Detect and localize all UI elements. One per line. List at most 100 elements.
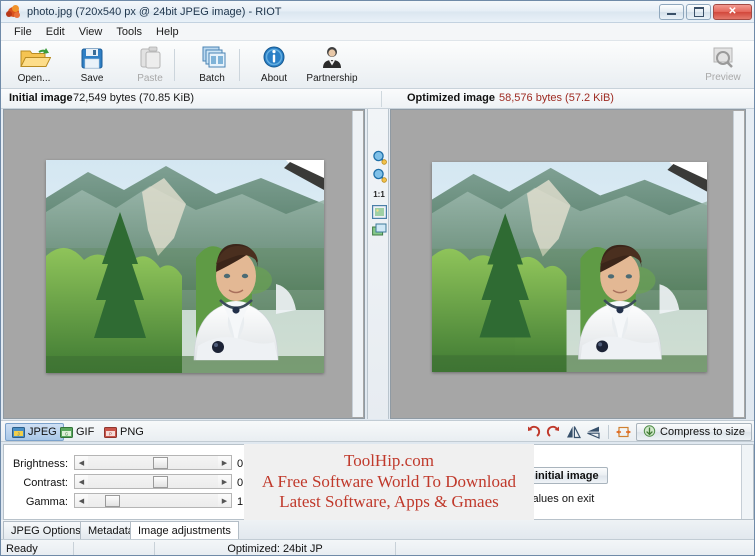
png-icon: P	[104, 426, 117, 438]
tab-image-adjustments[interactable]: Image adjustments	[130, 521, 239, 539]
contrast-thumb[interactable]	[153, 476, 168, 488]
zoom-actual-size[interactable]: 1:1	[371, 186, 387, 202]
menu-help[interactable]: Help	[149, 25, 186, 39]
initial-image-size: 72,549 bytes (70.85 KiB)	[73, 92, 195, 104]
optimized-pane-scrollbar[interactable]	[733, 111, 744, 417]
toolbar-separator-2	[239, 49, 240, 81]
rotate-left-icon[interactable]	[526, 425, 541, 440]
menu-tools[interactable]: Tools	[109, 25, 149, 39]
flip-vertical-icon[interactable]	[586, 425, 601, 440]
svg-text:G: G	[65, 431, 68, 436]
contrast-row: Contrast: ◀ ▶ 0	[4, 474, 502, 492]
flip-horizontal-icon[interactable]	[566, 425, 581, 440]
gamma-slider[interactable]: ◀ ▶	[74, 493, 232, 508]
gamma-track[interactable]	[88, 494, 218, 507]
brightness-thumb[interactable]	[153, 457, 168, 469]
contrast-decrease-arrow[interactable]: ◀	[75, 475, 88, 488]
brightness-slider[interactable]: ◀ ▶	[74, 455, 232, 470]
open-external-viewer-icon[interactable]	[371, 222, 387, 238]
contrast-label: Contrast:	[23, 477, 68, 489]
menu-file[interactable]: File	[7, 25, 39, 39]
about-info-icon	[257, 44, 291, 72]
paste-button: Paste	[121, 44, 179, 87]
initial-pane-scrollbar[interactable]	[352, 111, 363, 417]
status-divider-3	[395, 542, 396, 555]
gamma-row: Gamma: ◀ ▶ 1	[4, 493, 502, 511]
optimized-image-label: Optimized image	[407, 92, 496, 104]
zoom-in-icon[interactable]	[371, 149, 387, 165]
brightness-increase-arrow[interactable]: ▶	[218, 456, 231, 469]
svg-text:J: J	[17, 431, 19, 436]
batch-button-label: Batch	[199, 73, 225, 84]
maximize-button[interactable]	[686, 3, 711, 20]
partnership-button-label: Partnership	[306, 73, 358, 84]
batch-windows-icon	[195, 44, 229, 72]
open-button-label: Open...	[17, 73, 51, 84]
minimize-button[interactable]	[659, 3, 684, 20]
status-optimized: Optimized: 24bit JP	[227, 543, 323, 555]
gamma-decrease-arrow[interactable]: ◀	[75, 494, 88, 507]
gif-icon: G	[60, 426, 73, 438]
zoom-out-icon[interactable]	[371, 167, 387, 183]
save-button[interactable]: Save	[63, 44, 121, 87]
compress-to-size-label: Compress to size	[660, 426, 745, 438]
optimized-image-size: 58,576 bytes (57.2 KiB)	[499, 92, 614, 104]
initial-image-pane[interactable]	[3, 109, 365, 419]
format-toolbar: J JPEG G GIF P PNG Compress to size	[1, 420, 754, 442]
tab-gif[interactable]: G GIF	[53, 423, 101, 441]
tab-jpeg-options[interactable]: JPEG Options	[3, 521, 89, 539]
close-icon: ✕	[728, 5, 737, 17]
status-bar: Ready Optimized: 24bit JP	[1, 539, 754, 555]
fit-to-window-icon[interactable]	[371, 204, 387, 220]
riot-window: photo.jpg (720x540 px @ 24bit JPEG image…	[0, 0, 755, 556]
adjustments-right-panel: initial image values on exit	[505, 444, 754, 520]
keep-values-on-exit-row[interactable]: values on exit	[512, 493, 594, 505]
tab-png-label: PNG	[120, 426, 144, 438]
info-bar: Initial image 72,549 bytes (70.85 KiB) O…	[1, 89, 754, 109]
resize-image-icon[interactable]	[616, 425, 631, 440]
gamma-thumb[interactable]	[104, 495, 120, 507]
partnership-person-icon	[315, 44, 349, 72]
about-button[interactable]: About	[245, 44, 303, 87]
initial-image-label: Initial image	[9, 92, 73, 104]
riot-app-icon	[6, 4, 22, 19]
optimized-image-pane[interactable]	[390, 109, 746, 419]
rotate-right-icon[interactable]	[546, 425, 561, 440]
status-ready: Ready	[6, 543, 38, 555]
compress-icon	[643, 424, 656, 440]
brightness-track[interactable]	[88, 456, 218, 469]
status-middle	[74, 541, 154, 555]
brightness-value: 0	[237, 458, 244, 470]
reset-to-initial-image-button[interactable]: initial image	[526, 467, 608, 484]
window-controls: ✕	[659, 3, 752, 20]
keep-values-checkbox[interactable]	[512, 493, 523, 505]
paste-button-label: Paste	[137, 73, 163, 84]
contrast-increase-arrow[interactable]: ▶	[218, 475, 231, 488]
svg-text:P: P	[109, 431, 112, 436]
paste-icon	[133, 44, 167, 72]
initial-image-photo	[46, 160, 324, 373]
contrast-track[interactable]	[88, 475, 218, 488]
bottom-tab-bar: JPEG Options Metadata Image adjustments	[1, 520, 754, 539]
right-panel-scrollbar[interactable]	[741, 445, 753, 519]
compress-to-size-button[interactable]: Compress to size	[636, 423, 752, 441]
brightness-row: Brightness: ◀ ▶ 0	[4, 455, 502, 473]
keep-values-label: values on exit	[527, 493, 595, 505]
close-button[interactable]: ✕	[713, 3, 752, 20]
contrast-slider[interactable]: ◀ ▶	[74, 474, 232, 489]
open-button[interactable]: Open...	[5, 44, 63, 87]
view-tools-strip: 1:1	[367, 109, 389, 419]
main-toolbar: Open... Save Paste Batch About Partnersh…	[1, 41, 754, 89]
brightness-decrease-arrow[interactable]: ◀	[75, 456, 88, 469]
preview-button: Preview	[694, 44, 752, 87]
title-bar: photo.jpg (720x540 px @ 24bit JPEG image…	[1, 1, 754, 23]
tab-png[interactable]: P PNG	[97, 423, 151, 441]
menu-edit[interactable]: Edit	[39, 25, 72, 39]
batch-button[interactable]: Batch	[183, 44, 241, 87]
menu-bar: File Edit View Tools Help	[1, 23, 754, 41]
open-folder-icon	[17, 44, 52, 72]
menu-view[interactable]: View	[72, 25, 110, 39]
save-button-label: Save	[80, 73, 104, 84]
partnership-button[interactable]: Partnership	[297, 44, 367, 87]
gamma-increase-arrow[interactable]: ▶	[218, 494, 231, 507]
